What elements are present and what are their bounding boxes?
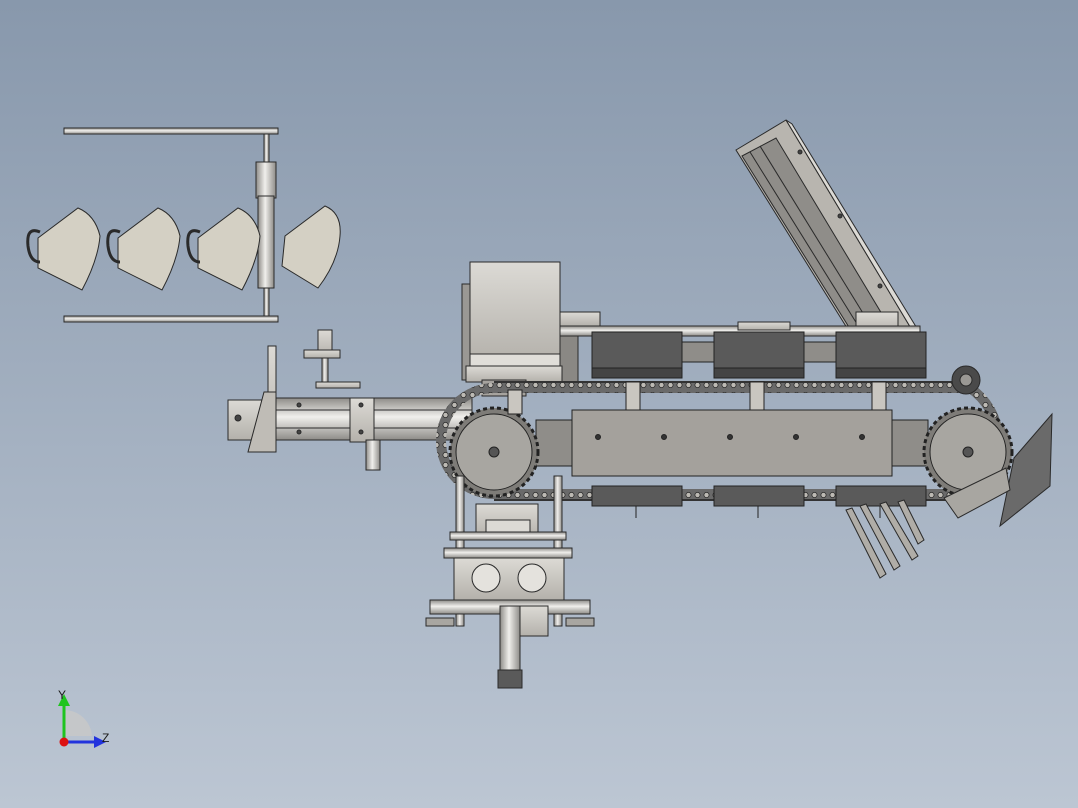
mask-magazine — [26, 127, 341, 323]
z-axis-label: Z — [102, 731, 110, 745]
coordinate-triad — [58, 694, 106, 748]
magazine-bottom-rail — [63, 315, 279, 323]
inclined-chute — [735, 119, 919, 353]
lift-stand — [425, 475, 595, 689]
assembly-model[interactable] — [0, 0, 1078, 808]
magazine-rod-bottom — [263, 287, 270, 317]
slide-module — [227, 329, 473, 471]
mask-item — [26, 207, 101, 291]
mask-item — [186, 207, 261, 291]
magazine-cylinder — [255, 161, 277, 199]
motor-box — [461, 261, 563, 397]
magazine-cylinder-body — [257, 195, 275, 289]
y-axis-label: Y — [58, 688, 67, 702]
guide-fingers — [845, 499, 925, 579]
magazine-top-rail — [63, 127, 279, 135]
x-axis-dot — [59, 737, 69, 747]
press-pads-top — [591, 331, 927, 379]
press-pads-bottom — [591, 485, 927, 518]
mask-item — [281, 205, 341, 289]
magazine-rod-top — [263, 133, 270, 165]
triad-arc — [64, 709, 92, 736]
mask-item — [106, 207, 181, 291]
chain-conveyor — [436, 381, 1014, 501]
cad-viewport[interactable]: Y Z — [0, 0, 1078, 808]
conveyor-plate — [571, 409, 893, 477]
